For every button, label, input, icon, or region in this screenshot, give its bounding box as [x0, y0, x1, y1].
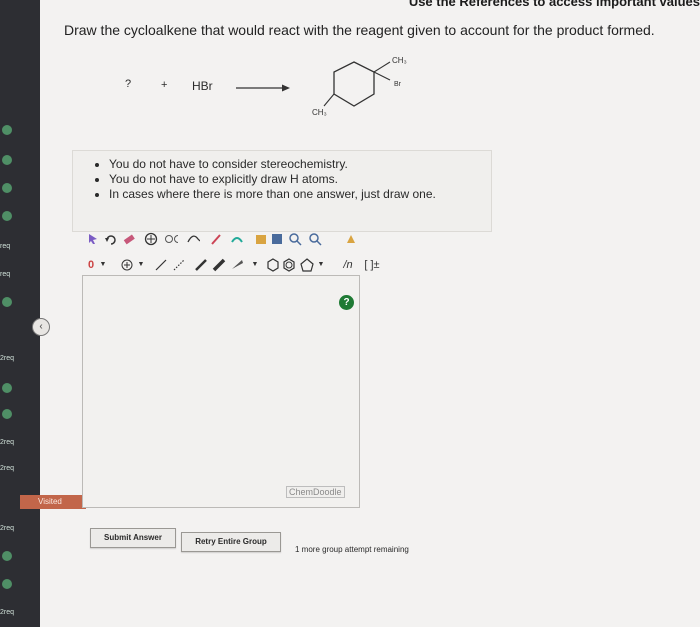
retry-group-button[interactable]: Retry Entire Group [181, 532, 281, 552]
add-atom-icon[interactable] [120, 258, 134, 272]
methyl-label: CH₃ [312, 108, 327, 117]
submit-answer-button[interactable]: Submit Answer [90, 528, 176, 548]
visited-badge: Visited [20, 495, 86, 509]
zoom-in-icon[interactable] [254, 232, 268, 246]
status-dot-icon [2, 211, 12, 221]
pointer-icon[interactable] [86, 232, 100, 246]
sidebar-item[interactable] [0, 120, 40, 140]
sidebar-item[interactable]: req [0, 264, 40, 284]
sidebar-item[interactable] [0, 546, 40, 566]
status-dot-icon [2, 383, 12, 393]
status-dot-icon [2, 155, 12, 165]
chemdoodle-watermark: ChemDoodle [286, 486, 345, 498]
reaction-arrow-icon [236, 84, 290, 92]
sidebar-item-label: req [0, 242, 11, 250]
paste-icon[interactable] [230, 232, 244, 246]
question-prompt: Draw the cycloalkene that would react wi… [64, 22, 655, 38]
clean-structure-icon[interactable] [344, 232, 358, 246]
status-dot-icon [2, 183, 12, 193]
drawing-canvas[interactable]: ? ChemDoodle [82, 275, 360, 508]
dashed-bond-icon[interactable] [172, 258, 186, 272]
clean-icon[interactable] [288, 232, 302, 246]
magnify-icon[interactable] [308, 232, 322, 246]
instruction-item: You do not have to consider stereochemis… [109, 157, 491, 172]
template-icon[interactable] [164, 232, 178, 246]
sidebar-item[interactable]: 2req [0, 602, 40, 622]
editor-toolbar-bottom: 0 ▼ ▼ ▼ ▼ /n [ ]± [82, 258, 382, 276]
methyl-bond [373, 61, 391, 73]
reagent-label: HBr [192, 79, 213, 93]
sidebar-item[interactable]: 2req [0, 348, 40, 368]
copy-icon[interactable] [210, 232, 224, 246]
sidebar-item-label: 2req [0, 524, 15, 532]
sidebar-item[interactable] [0, 292, 40, 312]
sidebar-item-label: req [0, 270, 11, 278]
unknown-reactant: ? [125, 78, 132, 90]
instruction-item: You do not have to explicitly draw H ato… [109, 172, 491, 187]
chain-tool[interactable]: /n [338, 258, 358, 272]
help-button[interactable]: ? [339, 295, 354, 310]
sidebar-item-label: 2req [0, 464, 15, 472]
sidebar-item-label: 2req [0, 608, 15, 616]
sidebar-item[interactable]: 2req [0, 458, 40, 478]
cyclohexane-ring [333, 61, 375, 107]
chevron-down-icon[interactable]: ▼ [314, 258, 328, 272]
sidebar-item[interactable]: req [0, 236, 40, 256]
undo-icon[interactable] [104, 232, 118, 246]
status-dot-icon [2, 579, 12, 589]
sidebar-item[interactable] [0, 206, 40, 226]
sidebar-item[interactable] [0, 150, 40, 170]
sidebar-item[interactable] [0, 574, 40, 594]
benzene-ring-icon[interactable] [282, 258, 296, 272]
sidebar-item-label: 2req [0, 354, 15, 362]
status-dot-icon [2, 297, 12, 307]
sidebar-item[interactable] [0, 178, 40, 198]
bromine-label: Br [394, 81, 402, 88]
eraser-icon[interactable] [122, 232, 136, 246]
product-structure: CH₃ Br CH₃ [312, 56, 407, 117]
chevron-down-icon[interactable]: ▼ [96, 258, 110, 272]
double-bond-icon[interactable] [194, 258, 208, 272]
status-dot-icon [2, 125, 12, 135]
methyl-bond [323, 93, 335, 107]
bracket-tool[interactable]: [ ]± [362, 258, 382, 272]
sidebar-item[interactable]: 2req [0, 518, 40, 538]
instruction-item: In cases where there is more than one an… [109, 187, 491, 202]
sidebar-item[interactable] [0, 404, 40, 424]
instructions-box: You do not have to consider stereochemis… [72, 150, 492, 232]
collapse-sidebar-button[interactable]: ‹ [32, 318, 50, 336]
methyl-label: CH₃ [392, 56, 407, 65]
plus-sign: + [161, 79, 168, 91]
chevron-down-icon[interactable]: ▼ [134, 258, 148, 272]
zoom-fit-icon[interactable] [144, 232, 158, 246]
attempts-remaining-text: 1 more group attempt remaining [295, 545, 409, 554]
status-dot-icon [2, 409, 12, 419]
sidebar-item[interactable]: 2req [0, 432, 40, 452]
sidebar-item-label: 2req [0, 438, 15, 446]
editor-toolbar-top [82, 232, 372, 252]
references-link[interactable]: Use the References to access important v… [409, 0, 700, 9]
sidebar-item[interactable] [0, 378, 40, 398]
chevron-down-icon[interactable]: ▼ [248, 258, 262, 272]
status-dot-icon [2, 551, 12, 561]
triple-bond-icon[interactable] [212, 258, 226, 272]
single-bond-icon[interactable] [154, 258, 168, 272]
lasso-icon[interactable] [186, 232, 200, 246]
bromine-bond [373, 71, 391, 81]
question-nav-sidebar: req req 2req 2req 2req 2req 2req [0, 0, 40, 627]
hexagon-ring-icon[interactable] [266, 258, 280, 272]
wedge-bond-icon[interactable] [230, 258, 244, 272]
zoom-out-icon[interactable] [270, 232, 284, 246]
pentagon-ring-icon[interactable] [300, 258, 314, 272]
